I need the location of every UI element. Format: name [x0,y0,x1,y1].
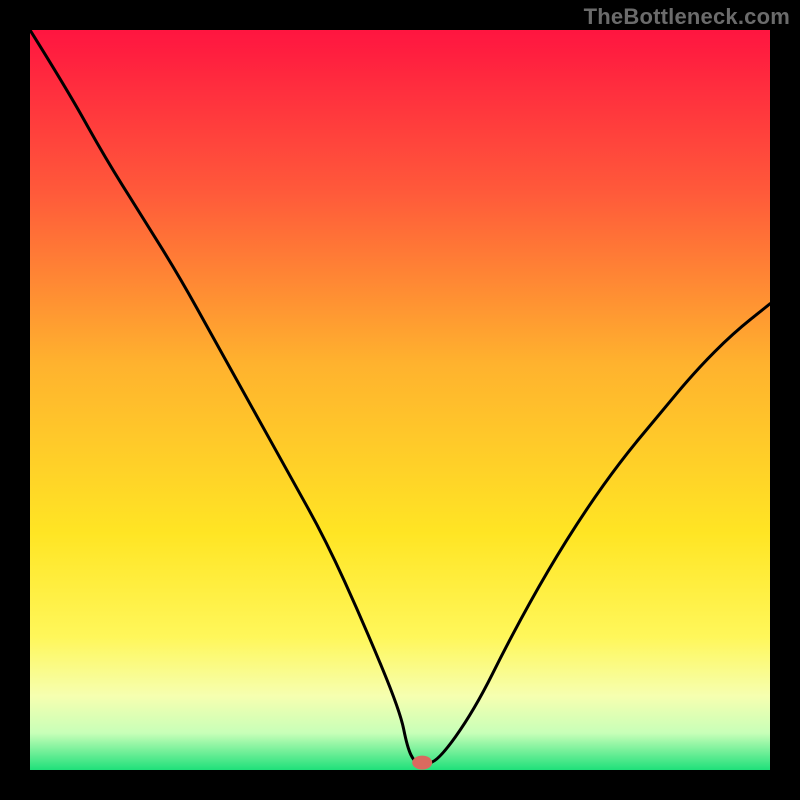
watermark-text: TheBottleneck.com [584,4,790,30]
bottleneck-plot [30,30,770,770]
gradient-background [30,30,770,770]
minimum-marker [412,756,432,770]
chart-frame: TheBottleneck.com [0,0,800,800]
